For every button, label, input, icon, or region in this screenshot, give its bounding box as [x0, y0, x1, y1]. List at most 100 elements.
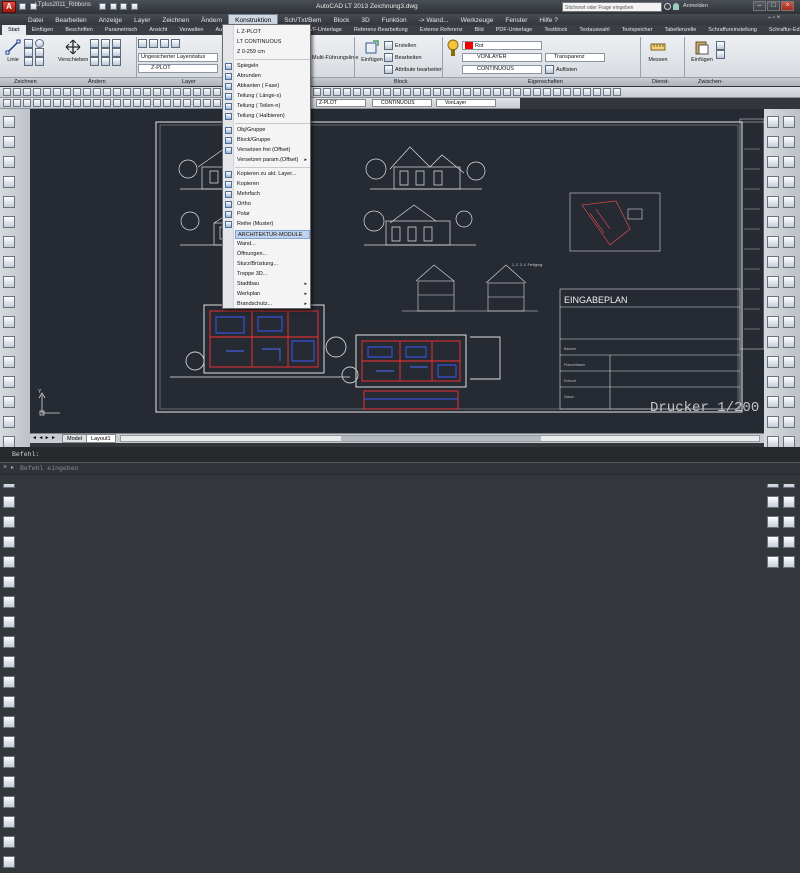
- multi-leader-button[interactable]: Multi-Führungslinie: [312, 55, 358, 61]
- copy-icon[interactable]: [90, 48, 99, 57]
- dropdown-item-16[interactable]: Ortho: [235, 200, 310, 209]
- layer-tool-icon-4[interactable]: [43, 99, 51, 107]
- layer-combo-2[interactable]: Z-PLOT: [316, 99, 366, 107]
- transparency-combo[interactable]: Transparenz: [545, 53, 605, 62]
- dropdown-item-2[interactable]: Z 0-259 cm: [235, 48, 310, 57]
- draw-tool-icon-21[interactable]: [3, 536, 15, 548]
- rectangle-icon[interactable]: [35, 48, 44, 57]
- modify-tool-icon-41[interactable]: [783, 516, 795, 528]
- ribbon-tab-1[interactable]: Einfügen: [26, 25, 60, 35]
- modify-tool-icon-0[interactable]: [767, 116, 779, 128]
- dropdown-item-0[interactable]: L Z-PLOT: [235, 28, 310, 37]
- search-icon[interactable]: [664, 3, 671, 10]
- standard-tool-icon-49[interactable]: [493, 88, 501, 96]
- draw-tool-icon-1[interactable]: [3, 136, 15, 148]
- modify-tool-icon-5[interactable]: [783, 156, 795, 168]
- standard-tool-icon-0[interactable]: [3, 88, 11, 96]
- modify-tool-icon-24[interactable]: [767, 356, 779, 368]
- ribbon-tab-16[interactable]: Tabellenzelle: [658, 25, 702, 35]
- standard-tool-icon-59[interactable]: [593, 88, 601, 96]
- draw-tool-icon-34[interactable]: [3, 796, 15, 808]
- modify-tool-icon-43[interactable]: [783, 536, 795, 548]
- attr-edit[interactable]: Attribute bearbeiten: [384, 65, 443, 74]
- modify-tool-icon-19[interactable]: [783, 296, 795, 308]
- line-tool-button[interactable]: Linie: [4, 39, 22, 69]
- layer-tool-icon-12[interactable]: [123, 99, 131, 107]
- modify-tool-icon-10[interactable]: [767, 216, 779, 228]
- standard-tool-icon-18[interactable]: [183, 88, 191, 96]
- modify-tool-icon-38[interactable]: [767, 496, 779, 508]
- draw-tool-icon-11[interactable]: [3, 336, 15, 348]
- standard-tool-icon-41[interactable]: [413, 88, 421, 96]
- dropdown-item-13[interactable]: Kopieren zu akt. Layer...: [235, 170, 310, 179]
- erase-icon[interactable]: [112, 39, 121, 48]
- drawing-canvas[interactable]: EINGABEPLAN 1. 2. 3. 4. Fertigung Bauher…: [30, 109, 764, 433]
- mirror-icon[interactable]: [101, 48, 110, 57]
- dropdown-item-14[interactable]: Kopieren: [235, 180, 310, 189]
- standard-tool-icon-5[interactable]: [53, 88, 61, 96]
- list-button[interactable]: Auflisten: [545, 65, 577, 74]
- panel-label-layer[interactable]: Layer: [182, 79, 196, 85]
- modify-tool-icon-26[interactable]: [767, 376, 779, 388]
- measure-button[interactable]: Messen: [646, 39, 670, 63]
- standard-tool-icon-20[interactable]: [203, 88, 211, 96]
- standard-tool-icon-7[interactable]: [73, 88, 81, 96]
- modify-tool-icon-17[interactable]: [783, 276, 795, 288]
- modify-tool-icon-23[interactable]: [783, 336, 795, 348]
- standard-tool-icon-55[interactable]: [553, 88, 561, 96]
- layer-tool-icon-19[interactable]: [193, 99, 201, 107]
- insert-block-button[interactable]: Einfügen: [360, 39, 384, 63]
- standard-tool-icon-60[interactable]: [603, 88, 611, 96]
- paste-button[interactable]: Einfügen: [690, 39, 714, 63]
- undo-icon[interactable]: [109, 3, 117, 10]
- save-icon[interactable]: [99, 3, 106, 10]
- draw-tool-icon-32[interactable]: [3, 756, 15, 768]
- ribbon-tab-9[interactable]: Referenz-Bearbeitung: [348, 25, 414, 35]
- dropdown-item-21[interactable]: Öffnungen...: [235, 250, 310, 259]
- lineweight-combo[interactable]: CONTINUOUS: [462, 65, 542, 74]
- standard-tool-icon-8[interactable]: [83, 88, 91, 96]
- draw-tool-icon-31[interactable]: [3, 736, 15, 748]
- tab-model[interactable]: Model: [62, 434, 87, 443]
- standard-tool-icon-46[interactable]: [463, 88, 471, 96]
- command-search-icon[interactable]: ▸: [11, 464, 14, 471]
- circle-icon[interactable]: [35, 39, 44, 48]
- panel-label-draw[interactable]: Zeichnen: [14, 79, 37, 85]
- draw-tool-icon-8[interactable]: [3, 276, 15, 288]
- modify-tool-icon-45[interactable]: [783, 556, 795, 568]
- standard-tool-icon-53[interactable]: [533, 88, 541, 96]
- draw-tool-icon-36[interactable]: [3, 836, 15, 848]
- minimize-button[interactable]: –: [753, 1, 766, 11]
- scroll-thumb[interactable]: [341, 436, 541, 441]
- layer-freeze-icon[interactable]: [160, 39, 169, 48]
- modify-tool-icon-28[interactable]: [767, 396, 779, 408]
- app-menu-button[interactable]: A: [2, 1, 16, 13]
- panel-label-clipboard[interactable]: Zwischen-: [698, 79, 723, 85]
- draw-tool-icon-35[interactable]: [3, 816, 15, 828]
- block-create[interactable]: Erstellen: [384, 41, 416, 50]
- standard-tool-icon-38[interactable]: [383, 88, 391, 96]
- layer-off-icon[interactable]: [149, 39, 158, 48]
- layer-tool-icon-18[interactable]: [183, 99, 191, 107]
- layer-tool-icon-10[interactable]: [103, 99, 111, 107]
- ribbon-tab-15[interactable]: Textspeicher: [616, 25, 659, 35]
- linetype-combo[interactable]: VONLAYER: [462, 53, 542, 62]
- draw-tool-icon-15[interactable]: [3, 416, 15, 428]
- draw-tool-icon-29[interactable]: [3, 696, 15, 708]
- layer-lock-icon[interactable]: [171, 39, 180, 48]
- ribbon-tab-14[interactable]: Textauswahl: [573, 25, 615, 35]
- standard-tool-icon-10[interactable]: [103, 88, 111, 96]
- ribbon-tab-10[interactable]: Externe Referenz: [414, 25, 469, 35]
- ribbon-tab-13[interactable]: Testblock: [538, 25, 573, 35]
- draw-tool-icon-9[interactable]: [3, 296, 15, 308]
- standard-tool-icon-12[interactable]: [123, 88, 131, 96]
- modify-tool-icon-31[interactable]: [783, 416, 795, 428]
- trim-icon[interactable]: [101, 39, 110, 48]
- dropdown-item-26[interactable]: Brandschutz... ▸: [235, 300, 310, 309]
- modify-tool-icon-15[interactable]: [783, 256, 795, 268]
- draw-tool-icon-24[interactable]: [3, 596, 15, 608]
- panel-label-modify[interactable]: Ändern: [88, 79, 106, 85]
- copy-clip-icon[interactable]: [716, 50, 725, 59]
- standard-tool-icon-56[interactable]: [563, 88, 571, 96]
- layer-tool-icon-5[interactable]: [53, 99, 61, 107]
